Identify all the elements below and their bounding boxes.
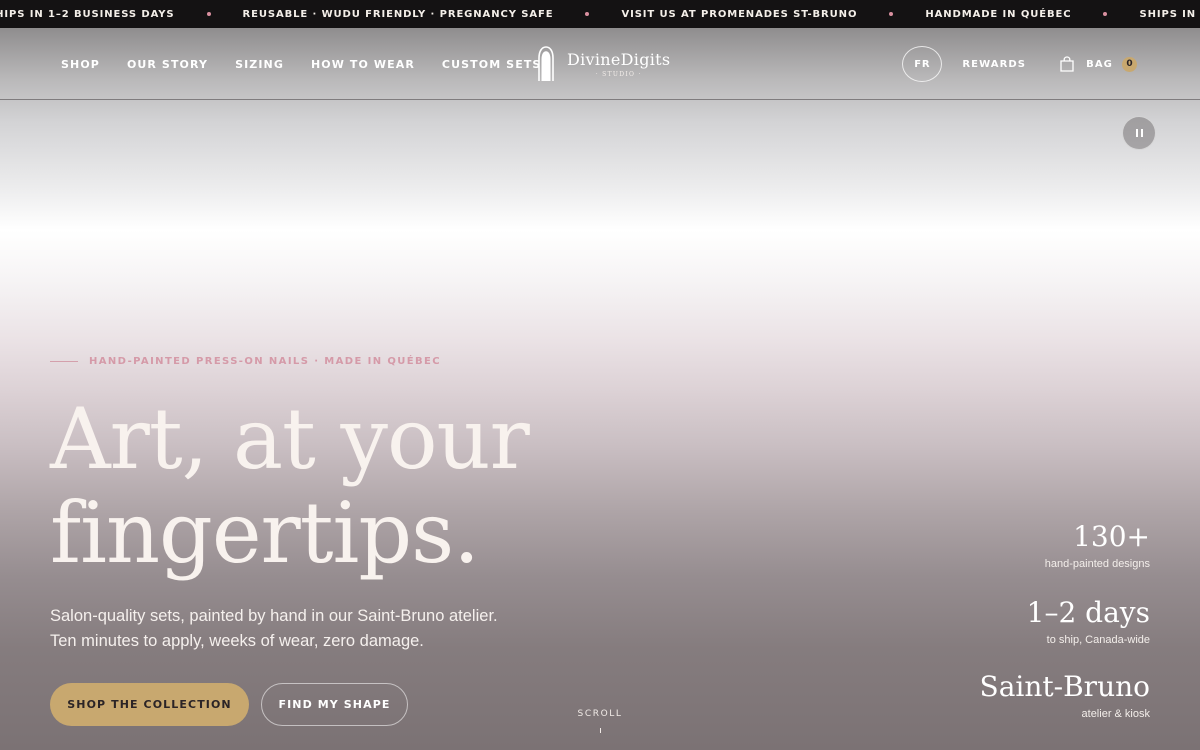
- hero-eyebrow: Hand-painted press-on nails · Made in Qu…: [50, 354, 441, 368]
- stat-label: hand-painted designs: [1044, 558, 1150, 570]
- stat-value: Saint-Bruno: [979, 670, 1150, 703]
- shopping-bag-icon: [1060, 56, 1074, 72]
- announcement-track: Ships in 1–2 business days Reusable · Wu…: [0, 0, 1200, 28]
- stat-value: 1–2 days: [1026, 596, 1150, 629]
- subcopy-line-2: Ten minutes to apply, weeks of wear, zer…: [50, 632, 424, 650]
- subcopy-line-1: Salon-quality sets, painted by hand in o…: [50, 607, 498, 625]
- shop-collection-button[interactable]: Shop the collection: [50, 683, 249, 726]
- separator-dot-icon: [889, 12, 894, 16]
- bag-count-badge: 0: [1122, 56, 1137, 72]
- logo-name: DivineDigits: [567, 49, 671, 69]
- bag-label: Bag: [1086, 58, 1113, 70]
- logo-subtitle: · Studio ·: [595, 70, 642, 78]
- stat-designs: 130+ hand-painted designs: [1045, 520, 1150, 570]
- site-logo[interactable]: DivineDigits · Studio ·: [536, 42, 670, 86]
- announcement-item: Reusable · Wudu friendly · Pregnancy saf…: [242, 8, 554, 20]
- pause-video-button[interactable]: [1122, 116, 1156, 150]
- nail-logo-icon: [538, 46, 554, 81]
- stat-value: 130+: [1073, 520, 1150, 553]
- separator-dot-icon: [585, 12, 590, 16]
- separator-dot-icon: [1103, 12, 1108, 16]
- separator-dot-icon: [206, 12, 211, 16]
- stat-location: Saint-Bruno atelier & kiosk: [980, 670, 1150, 720]
- eyebrow-line: [50, 360, 78, 362]
- stat-label: atelier & kiosk: [1081, 708, 1150, 720]
- site-header: Shop Our Story Sizing How to Wear Custom…: [0, 28, 1200, 100]
- nav-link-sizing[interactable]: Sizing: [235, 58, 284, 71]
- find-my-shape-button[interactable]: Find my shape: [261, 683, 408, 726]
- logo-wordmark: DivineDigits · Studio ·: [567, 49, 671, 78]
- pause-icon: [1140, 129, 1143, 137]
- nav-link-how-to-wear[interactable]: How to Wear: [311, 58, 415, 71]
- stat-label: to ship, Canada-wide: [1046, 634, 1150, 646]
- announcement-item: Visit us at Promenades St-Bruno: [621, 8, 858, 20]
- hero-headline: Art, at your fingertips.: [50, 392, 670, 580]
- scroll-line-icon: [599, 728, 601, 733]
- nav-link-shop[interactable]: Shop: [61, 58, 100, 71]
- bag-button[interactable]: Bag 0: [1060, 56, 1137, 72]
- pause-icon: [1135, 129, 1138, 137]
- headline-line-2: fingertips.: [50, 484, 480, 582]
- headline-line-1: Art, at your: [50, 390, 530, 488]
- language-toggle-button[interactable]: FR: [902, 46, 943, 82]
- announcement-bar: Ships in 1–2 business days Reusable · Wu…: [0, 0, 1200, 28]
- announcement-item: Handmade in Québec: [925, 8, 1072, 20]
- announcement-item: Ships in 1–2 business days: [0, 8, 175, 20]
- header-actions: FR Rewards Bag 0: [902, 28, 1137, 100]
- eyebrow-text: Hand-painted press-on nails · Made in Qu…: [89, 355, 441, 367]
- rewards-link[interactable]: Rewards: [962, 59, 1026, 70]
- hero-cta-row: Shop the collection Find my shape: [50, 683, 408, 726]
- stat-shipping: 1–2 days to ship, Canada-wide: [1027, 596, 1150, 646]
- announcement-item: Ships in 1–2 business days: [1139, 8, 1200, 20]
- nav-link-our-story[interactable]: Our Story: [127, 58, 208, 71]
- main-nav: Shop Our Story Sizing How to Wear Custom…: [61, 28, 541, 100]
- scroll-label: SCROLL: [577, 709, 623, 719]
- hero-subcopy: Salon-quality sets, painted by hand in o…: [50, 604, 570, 654]
- scroll-indicator[interactable]: SCROLL: [560, 709, 640, 733]
- nav-link-custom-sets[interactable]: Custom Sets: [442, 58, 542, 71]
